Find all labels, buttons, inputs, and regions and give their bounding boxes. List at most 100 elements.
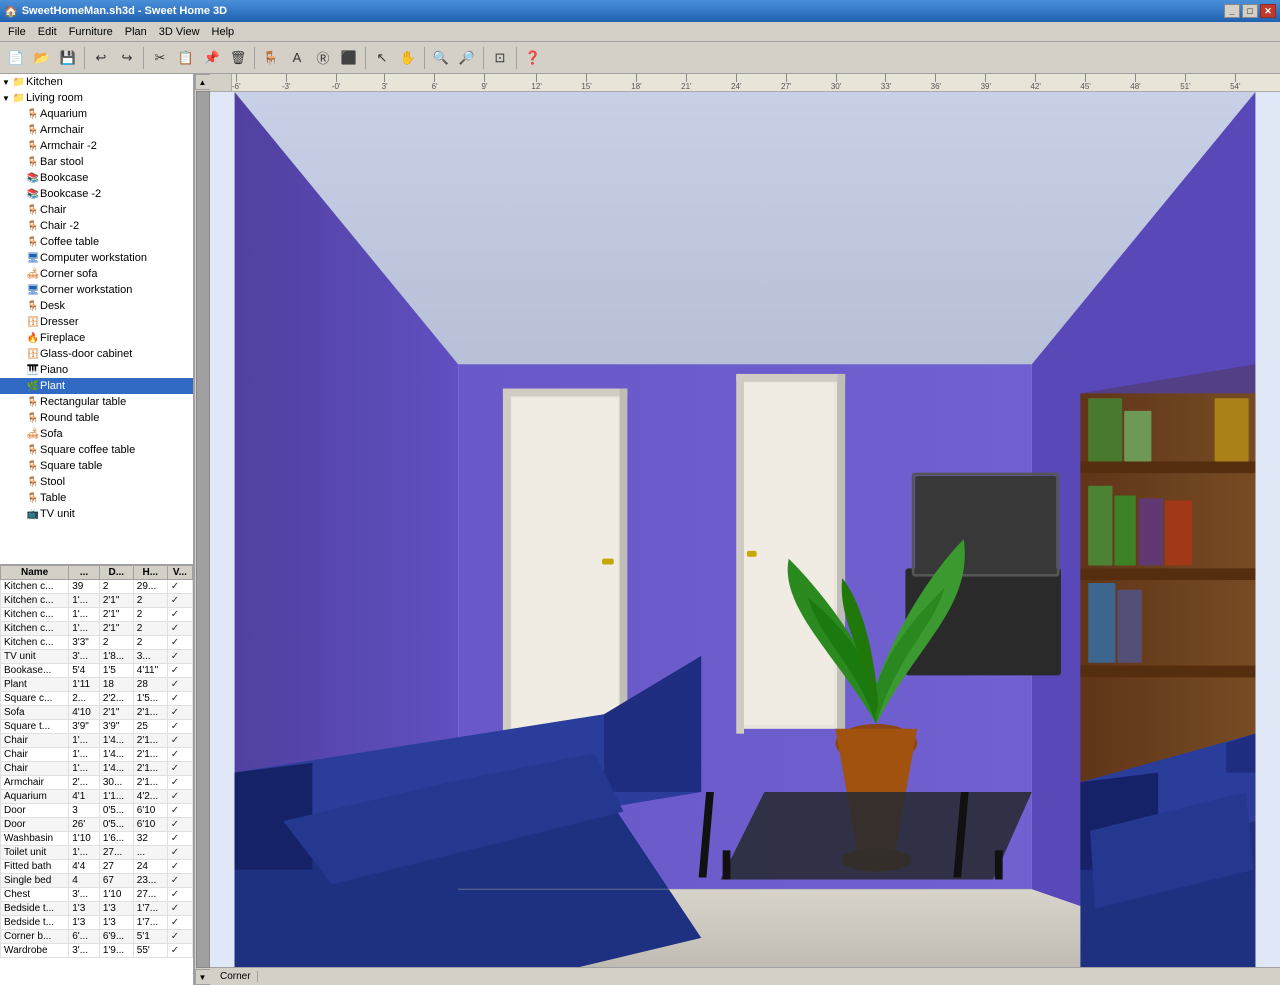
- tree-item-armchair[interactable]: 🪑 Armchair: [0, 122, 193, 138]
- cell-vis[interactable]: ✓: [167, 678, 192, 692]
- tree-item-computer-workstation[interactable]: 🖥 Computer workstation: [0, 250, 193, 266]
- cell-vis[interactable]: ✓: [167, 832, 192, 846]
- menu-edit[interactable]: Edit: [32, 24, 63, 40]
- scroll-down[interactable]: ▼: [195, 969, 211, 985]
- cell-vis[interactable]: ✓: [167, 776, 192, 790]
- table-row[interactable]: Fitted bath 4'4 27 24 ✓: [1, 860, 193, 874]
- tree-item-stool[interactable]: 🪑 Stool: [0, 474, 193, 490]
- cell-vis[interactable]: ✓: [167, 818, 192, 832]
- table-row[interactable]: Armchair 2'... 30... 2'1... ✓: [1, 776, 193, 790]
- redo-button[interactable]: ↪: [115, 46, 139, 70]
- paste-button[interactable]: 📌: [200, 46, 224, 70]
- table-row[interactable]: Door 3 0'5... 6'10 ✓: [1, 804, 193, 818]
- tree-item-glass-door-cabinet[interactable]: 🗄 Glass-door cabinet: [0, 346, 193, 362]
- table-row[interactable]: Aquarium 4'1 1'1... 4'2... ✓: [1, 790, 193, 804]
- tree-item-aquarium[interactable]: 🪑 Aquarium: [0, 106, 193, 122]
- menu-furniture[interactable]: Furniture: [63, 24, 119, 40]
- tree-item-chair-2[interactable]: 🪑 Chair -2: [0, 218, 193, 234]
- tree-item-square-coffee-table[interactable]: 🪑 Square coffee table: [0, 442, 193, 458]
- 3d-view[interactable]: [210, 92, 1280, 967]
- cell-vis[interactable]: ✓: [167, 622, 192, 636]
- tree-item-bookcase-2[interactable]: 📚 Bookcase -2: [0, 186, 193, 202]
- tree-item-tv-unit[interactable]: 📺 TV unit: [0, 506, 193, 522]
- close-button[interactable]: ✕: [1260, 4, 1276, 18]
- cell-vis[interactable]: ✓: [167, 902, 192, 916]
- cell-vis[interactable]: ✓: [167, 594, 192, 608]
- tree-item-kitchen[interactable]: ▼ 📁 Kitchen: [0, 74, 193, 90]
- cell-vis[interactable]: ✓: [167, 636, 192, 650]
- save-button[interactable]: 💾: [56, 46, 80, 70]
- tree-item-corner-sofa[interactable]: 🛋 Corner sofa: [0, 266, 193, 282]
- col-height[interactable]: H...: [133, 566, 167, 580]
- col-visible[interactable]: V...: [167, 566, 192, 580]
- tree-item-table[interactable]: 🪑 Table: [0, 490, 193, 506]
- cell-vis[interactable]: ✓: [167, 888, 192, 902]
- tree-item-sofa[interactable]: 🛋 Sofa: [0, 426, 193, 442]
- table-row[interactable]: Chest 3'... 1'10 27... ✓: [1, 888, 193, 902]
- help-button[interactable]: ❓: [521, 46, 545, 70]
- col-width[interactable]: D...: [99, 566, 133, 580]
- cell-vis[interactable]: ✓: [167, 720, 192, 734]
- split-view-button[interactable]: ⊡: [488, 46, 512, 70]
- table-row[interactable]: Bookase... 5'4 1'5 4'11" ✓: [1, 664, 193, 678]
- cell-vis[interactable]: ✓: [167, 748, 192, 762]
- table-row[interactable]: Bedside t... 1'3 1'3 1'7... ✓: [1, 902, 193, 916]
- tree-item-fireplace[interactable]: 🔥 Fireplace: [0, 330, 193, 346]
- cell-vis[interactable]: ✓: [167, 608, 192, 622]
- tree-item-square-table[interactable]: 🪑 Square table: [0, 458, 193, 474]
- cell-vis[interactable]: ✓: [167, 874, 192, 888]
- table-row[interactable]: Corner b... 6'... 6'9... 5'1 ✓: [1, 930, 193, 944]
- menu-file[interactable]: File: [2, 24, 32, 40]
- tree-item-rectangular-table[interactable]: 🪑 Rectangular table: [0, 394, 193, 410]
- cell-vis[interactable]: ✓: [167, 734, 192, 748]
- table-row[interactable]: TV unit 3'... 1'8... 3... ✓: [1, 650, 193, 664]
- table-row[interactable]: Kitchen c... 3'3" 2 2 ✓: [1, 636, 193, 650]
- cell-vis[interactable]: ✓: [167, 916, 192, 930]
- menu-plan[interactable]: Plan: [119, 24, 153, 40]
- tree-item-round-table[interactable]: 🪑 Round table: [0, 410, 193, 426]
- table-row[interactable]: Chair 1'... 1'4... 2'1... ✓: [1, 748, 193, 762]
- menu-help[interactable]: Help: [206, 24, 241, 40]
- table-row[interactable]: Kitchen c... 39 2 29... ✓: [1, 580, 193, 594]
- cell-vis[interactable]: ✓: [167, 664, 192, 678]
- tree-item-plant[interactable]: 🌿 Plant: [0, 378, 193, 394]
- select-button[interactable]: ↖: [370, 46, 394, 70]
- cut-button[interactable]: ✂: [148, 46, 172, 70]
- tree-item-chair[interactable]: 🪑 Chair: [0, 202, 193, 218]
- cell-vis[interactable]: ✓: [167, 930, 192, 944]
- table-row[interactable]: Chair 1'... 1'4... 2'1... ✓: [1, 734, 193, 748]
- furniture-tree[interactable]: ▼ 📁 Kitchen ▼ 📁 Living room 🪑 Aquarium: [0, 74, 193, 565]
- tree-item-dresser[interactable]: 🗄 Dresser: [0, 314, 193, 330]
- cell-vis[interactable]: ✓: [167, 804, 192, 818]
- new-button[interactable]: 📄: [4, 46, 28, 70]
- cell-vis[interactable]: ✓: [167, 944, 192, 958]
- tree-item-corner-workstation[interactable]: 🖥 Corner workstation: [0, 282, 193, 298]
- tree-item-piano[interactable]: 🎹 Piano: [0, 362, 193, 378]
- undo-button[interactable]: ↩: [89, 46, 113, 70]
- tree-item-coffee-table[interactable]: 🪑 Coffee table: [0, 234, 193, 250]
- col-depth[interactable]: ...: [69, 566, 100, 580]
- table-row[interactable]: Toilet unit 1'... 27... ... ✓: [1, 846, 193, 860]
- cell-vis[interactable]: ✓: [167, 706, 192, 720]
- pan-button[interactable]: ✋: [396, 46, 420, 70]
- cell-vis[interactable]: ✓: [167, 650, 192, 664]
- open-button[interactable]: 📂: [30, 46, 54, 70]
- tree-item-bookcase[interactable]: 📚 Bookcase: [0, 170, 193, 186]
- zoom-out-button[interactable]: 🔎: [455, 46, 479, 70]
- tree-item-living-room[interactable]: ▼ 📁 Living room: [0, 90, 193, 106]
- scroll-up[interactable]: ▲: [195, 74, 211, 90]
- table-row[interactable]: Kitchen c... 1'... 2'1" 2 ✓: [1, 594, 193, 608]
- restore-button[interactable]: □: [1242, 4, 1258, 18]
- cell-vis[interactable]: ✓: [167, 580, 192, 594]
- cell-vis[interactable]: ✓: [167, 860, 192, 874]
- left-scrollbar[interactable]: ▲ ▼: [194, 74, 210, 985]
- tree-item-armchair-2[interactable]: 🪑 Armchair -2: [0, 138, 193, 154]
- tree-item-desk[interactable]: 🪑 Desk: [0, 298, 193, 314]
- cell-vis[interactable]: ✓: [167, 790, 192, 804]
- tree-item-bar-stool[interactable]: 🪑 Bar stool: [0, 154, 193, 170]
- table-row[interactable]: Single bed 4 67 23... ✓: [1, 874, 193, 888]
- add-wall-button[interactable]: ⬛: [337, 46, 361, 70]
- table-row[interactable]: Plant 1'11 18 28 ✓: [1, 678, 193, 692]
- table-row[interactable]: Square t... 3'9" 3'9" 25 ✓: [1, 720, 193, 734]
- table-row[interactable]: Wardrobe 3'... 1'9... 55' ✓: [1, 944, 193, 958]
